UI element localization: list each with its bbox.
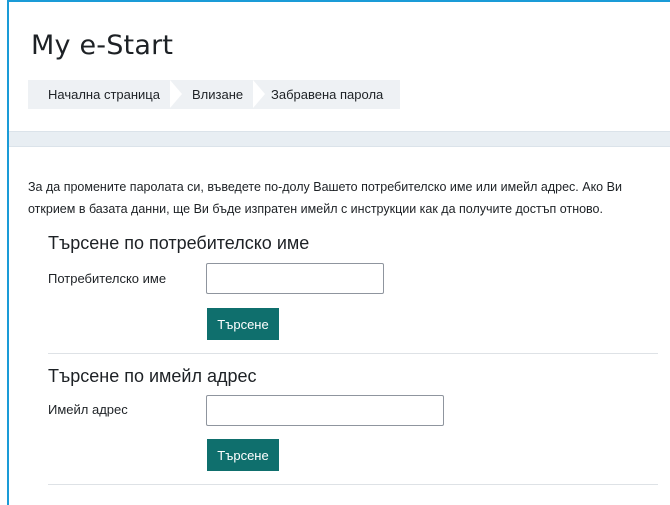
breadcrumb-login-label: Влизане xyxy=(192,87,244,102)
header-band xyxy=(9,131,670,147)
search-username-button[interactable]: Търсене xyxy=(207,308,279,340)
email-label: Имейл адрес xyxy=(48,402,128,417)
section-divider xyxy=(48,484,658,485)
email-input[interactable] xyxy=(206,395,444,426)
breadcrumb-current: Забравена парола xyxy=(254,80,400,109)
breadcrumb-current-label: Забравена парола xyxy=(271,87,384,102)
breadcrumb-login[interactable]: Влизане xyxy=(171,79,266,109)
breadcrumb-home-label: Начална страница xyxy=(48,87,160,102)
breadcrumb-home[interactable]: Начална страница xyxy=(28,79,183,109)
username-input[interactable] xyxy=(206,263,384,294)
site-title[interactable]: My e-Start xyxy=(31,30,173,61)
breadcrumb-separator xyxy=(253,79,266,108)
email-section-heading: Търсене по имейл адрес xyxy=(48,366,257,386)
breadcrumb-separator xyxy=(170,79,183,108)
breadcrumb: Начална страница Влизане Забравена парол… xyxy=(28,79,400,109)
username-label: Потребителско име xyxy=(48,271,167,286)
section-divider xyxy=(48,353,658,354)
search-email-button[interactable]: Търсене xyxy=(207,439,279,471)
username-section-heading: Търсене по потребителско име xyxy=(48,233,310,253)
instructions-text: За да промените паролата си, въведете по… xyxy=(28,180,622,216)
